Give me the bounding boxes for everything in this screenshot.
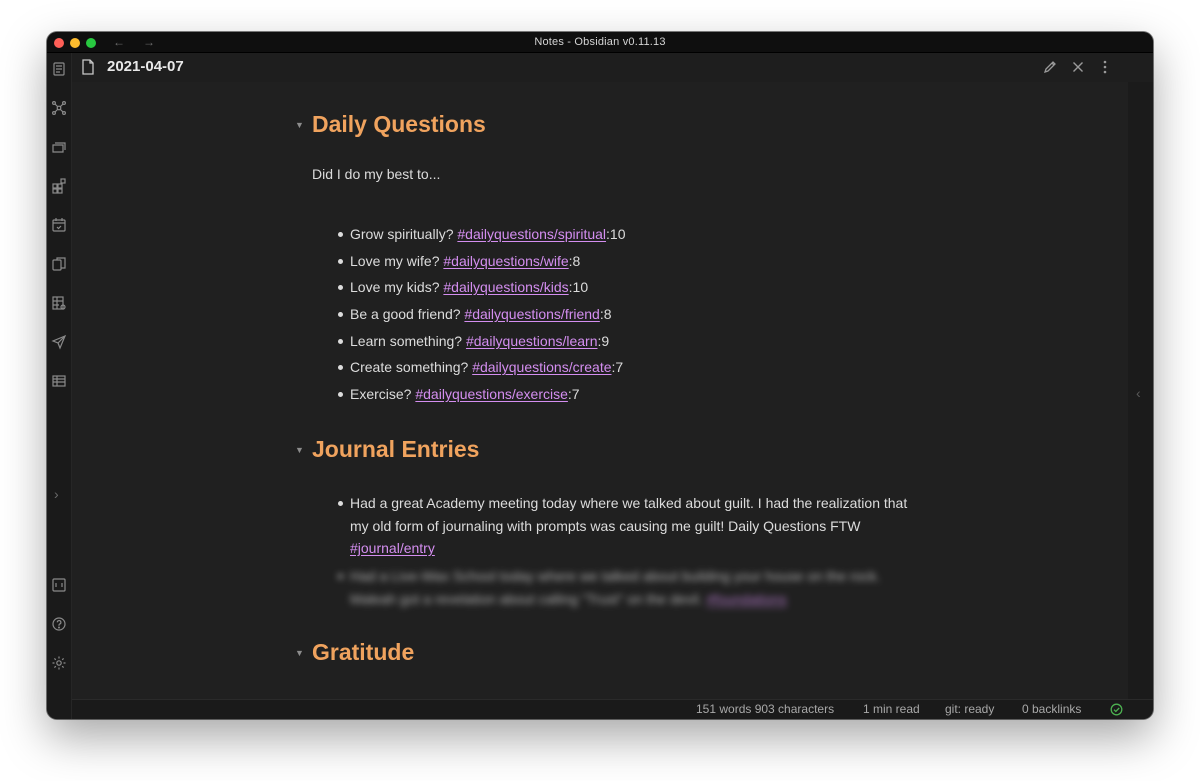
open-quick-switcher-icon[interactable] bbox=[51, 61, 67, 77]
fold-toggle-icon[interactable]: ▼ bbox=[295, 648, 304, 658]
tag-link[interactable]: #dailyquestions/kids bbox=[443, 279, 568, 295]
list-item: Grow spiritually? #dailyquestions/spirit… bbox=[337, 223, 625, 246]
expand-right-sidebar-icon[interactable]: ‹ bbox=[1136, 385, 1141, 401]
list-item: Love my wife? #dailyquestions/wife:8 bbox=[337, 250, 580, 273]
copy-icon[interactable] bbox=[51, 256, 67, 272]
heading-gratitude: Gratitude bbox=[312, 639, 415, 665]
publish-send-icon[interactable] bbox=[51, 334, 67, 350]
tag-link[interactable]: #dailyquestions/create bbox=[472, 359, 611, 375]
note-title: 2021-04-07 bbox=[107, 58, 184, 75]
daily-note-calendar-icon[interactable] bbox=[51, 217, 67, 233]
more-options-icon[interactable] bbox=[1097, 59, 1113, 75]
tag-link[interactable]: #dailyquestions/wife bbox=[443, 253, 568, 269]
title-bar: ← → Notes - Obsidian v0.11.13 bbox=[47, 32, 1153, 53]
open-starred-icon[interactable] bbox=[51, 139, 67, 155]
list-item: Love my kids? #dailyquestions/kids:10 bbox=[337, 276, 588, 299]
editor-preview: ▼ Daily Questions Did I do my best to...… bbox=[72, 82, 1128, 700]
fold-toggle-icon[interactable]: ▼ bbox=[295, 120, 304, 130]
graph-view-icon[interactable] bbox=[51, 100, 67, 116]
settings-icon[interactable] bbox=[51, 655, 67, 671]
blurred-journal-entry: Had a Live-Wax School today where we tal… bbox=[337, 565, 880, 610]
list-item: Be a good friend? #dailyquestions/friend… bbox=[338, 303, 612, 326]
list-item: Exercise? #dailyquestions/exercise:7 bbox=[338, 383, 580, 406]
tag-link[interactable]: #dailyquestions/exercise bbox=[415, 386, 568, 402]
heading-daily-questions: Daily Questions bbox=[312, 111, 486, 137]
list-item: Create something? #dailyquestions/create… bbox=[337, 356, 623, 379]
journal-entry: Had a great Academy meeting today where … bbox=[337, 492, 907, 560]
templates-icon[interactable] bbox=[51, 178, 67, 194]
sync-check-icon[interactable] bbox=[1110, 703, 1123, 716]
table-settings-icon[interactable] bbox=[51, 295, 67, 311]
edit-pencil-icon[interactable] bbox=[1042, 59, 1058, 75]
backlinks-count[interactable]: 0 backlinks bbox=[1022, 700, 1081, 719]
vault-switcher-icon[interactable] bbox=[51, 577, 67, 593]
status-bar: 151 words 903 characters 1 min read git:… bbox=[72, 699, 1153, 719]
word-count: 151 words 903 characters bbox=[696, 702, 835, 716]
note-header: 2021-04-07 bbox=[72, 53, 1153, 82]
file-icon bbox=[81, 59, 95, 75]
tag-link[interactable]: #dailyquestions/learn bbox=[466, 333, 598, 349]
read-time: 1 min read bbox=[863, 702, 920, 716]
close-pane-icon[interactable] bbox=[1070, 59, 1086, 75]
table-icon[interactable] bbox=[51, 373, 67, 389]
help-icon[interactable] bbox=[51, 616, 67, 632]
app-window: ← → Notes - Obsidian v0.11.13 › 2021-04-… bbox=[47, 32, 1153, 719]
list-item: Learn something? #dailyquestions/learn:9 bbox=[337, 330, 609, 353]
tag-link[interactable]: #journal/entry bbox=[350, 540, 435, 556]
expand-sidebar-button[interactable]: › bbox=[54, 486, 59, 502]
heading-journal-entries: Journal Entries bbox=[312, 436, 480, 462]
fold-toggle-icon[interactable]: ▼ bbox=[295, 445, 304, 455]
window-title: Notes - Obsidian v0.11.13 bbox=[534, 36, 666, 48]
intro-text: Did I do my best to... bbox=[312, 166, 441, 182]
tag-link[interactable]: #dailyquestions/friend bbox=[464, 306, 599, 322]
git-status[interactable]: git: ready bbox=[945, 700, 994, 719]
tag-link[interactable]: #dailyquestions/spiritual bbox=[457, 226, 606, 242]
left-ribbon: › bbox=[47, 53, 72, 719]
right-sidebar-collapsed: ‹ bbox=[1128, 82, 1153, 700]
